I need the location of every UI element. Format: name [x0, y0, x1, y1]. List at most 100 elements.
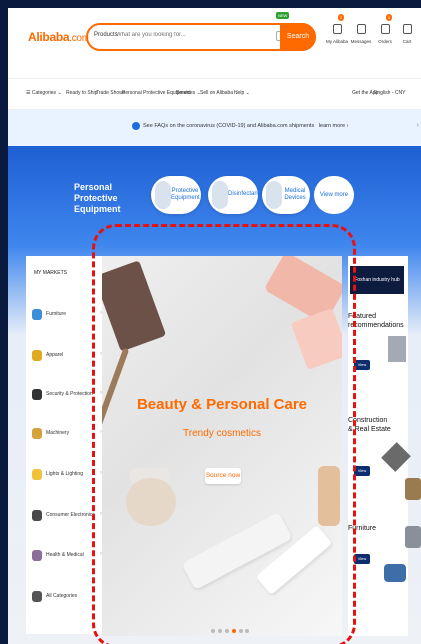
cosmetic-bottle-image: [318, 466, 340, 526]
furniture-card[interactable]: Furniture View more: [348, 524, 408, 624]
market-item-label: Consumer Electronics: [46, 512, 95, 518]
cream-jar-image: [126, 478, 176, 526]
cart-icon: [402, 24, 412, 34]
nav-services[interactable]: Services ⌄: [176, 90, 201, 96]
carousel-dot[interactable]: [218, 629, 223, 633]
lightbulb-icon: [32, 469, 42, 480]
view-more-button[interactable]: View more: [354, 554, 370, 571]
covid-notice-bar: See FAQs on the coronavirus (COVID-19) a…: [8, 110, 421, 146]
market-item-label: Health & Medical: [46, 552, 84, 558]
beauty-banner[interactable]: Beauty & Personal Care Trendy cosmetics …: [102, 256, 342, 636]
market-item-lighting[interactable]: Lights & Lighting ›: [32, 468, 102, 482]
ppe-view-more-button[interactable]: View more: [314, 176, 354, 214]
product-image: [388, 336, 406, 362]
carousel-dot[interactable]: [224, 629, 229, 633]
messages-label: Messages: [350, 39, 372, 44]
apparel-icon: [32, 350, 42, 361]
cart-label: Cart: [402, 39, 412, 44]
nav-help-label: Help: [234, 90, 245, 96]
floating-product-thumb[interactable]: [405, 478, 421, 500]
market-item-electronics[interactable]: Consumer Electronics ›: [32, 509, 102, 523]
carousel-dot[interactable]: [245, 629, 250, 633]
top-header: Alibaba.com Products Search NEW 2 My Ali…: [8, 8, 421, 78]
info-icon: [132, 122, 140, 130]
learn-more-link[interactable]: learn more: [319, 123, 345, 129]
security-icon: [32, 389, 42, 400]
search-button[interactable]: Search: [280, 23, 316, 51]
orders-button[interactable]: 0 Orders: [374, 14, 396, 44]
nav-categories[interactable]: ☰ Categories ⌄: [26, 90, 62, 96]
construction-card[interactable]: Construction & Real Estate View more: [348, 416, 411, 516]
market-item-label: Machinery: [46, 430, 70, 436]
orders-icon: [380, 24, 390, 34]
language-currency-select[interactable]: English - CNY: [374, 90, 405, 96]
disinfectants-pill[interactable]: Disinfectants: [208, 176, 262, 214]
chevron-right-icon[interactable]: ›: [417, 122, 419, 129]
my-alibaba-label: My Alibaba: [326, 39, 349, 44]
market-item-all-categories[interactable]: All Categories: [32, 590, 102, 604]
search-input[interactable]: [116, 32, 256, 38]
view-more-button[interactable]: View more: [354, 466, 370, 483]
ppe-title: Personal Protective Equipment: [74, 182, 121, 214]
my-markets-panel: MY MARKETS Furniture › Apparel › Securit…: [26, 256, 106, 634]
messages-button[interactable]: Messages: [350, 20, 372, 44]
logo-text: Alibaba: [28, 30, 70, 44]
market-item-security[interactable]: Security & Protection ›: [32, 388, 102, 402]
feedback-icon[interactable]: [405, 526, 421, 548]
alibaba-logo[interactable]: Alibaba.com: [28, 30, 90, 44]
medical-device-image: [266, 181, 282, 209]
banner-subtitle: Trendy cosmetics: [183, 428, 261, 439]
view-more-button[interactable]: View more: [354, 360, 370, 377]
furniture-icon: [32, 309, 42, 320]
carousel-dot[interactable]: [238, 629, 243, 633]
main-nav: ☰ Categories ⌄ Ready to Ship Trade Shows…: [8, 78, 421, 110]
carousel-dot-active[interactable]: [231, 629, 236, 633]
nav-ready-to-ship[interactable]: Ready to Ship: [66, 90, 97, 96]
sofa-image: [384, 564, 406, 582]
medical-devices-pill[interactable]: Medical Devices: [262, 176, 310, 214]
notification-count: 2: [338, 14, 345, 21]
industry-hub-header[interactable]: Foshan industry hub: [350, 266, 404, 294]
nav-trade-shows[interactable]: Trade Shows: [96, 90, 125, 96]
market-item-machinery[interactable]: Machinery ›: [32, 427, 102, 441]
cart-button[interactable]: Cart: [396, 20, 418, 44]
market-item-label: Lights & Lighting: [46, 471, 83, 477]
market-item-furniture[interactable]: Furniture ›: [32, 308, 102, 322]
market-item-label: All Categories: [46, 593, 78, 599]
featured-card[interactable]: Featured recommendations View more: [348, 312, 408, 412]
protective-equipment-pill[interactable]: Protective Equipment: [151, 176, 201, 214]
product-image: [381, 442, 411, 472]
new-badge: NEW: [276, 12, 290, 19]
search-button-label: Search: [286, 33, 310, 40]
search-category-select[interactable]: Products: [94, 32, 118, 38]
notice-text: See FAQs on the coronavirus (COVID-19) a…: [143, 123, 349, 129]
card-title: Featured recommendations: [348, 313, 404, 329]
source-now-button[interactable]: Source now: [205, 468, 241, 484]
health-icon: [32, 550, 42, 561]
electronics-icon: [32, 510, 42, 521]
market-item-apparel[interactable]: Apparel ›: [32, 349, 102, 363]
my-alibaba-button[interactable]: 2 My Alibaba: [326, 14, 349, 44]
notice-message: See FAQs on the coronavirus (COVID-19) a…: [143, 123, 315, 129]
market-item-label: Furniture: [46, 311, 67, 317]
carousel-dot[interactable]: [211, 629, 216, 633]
nav-sell-label: Sell on Alibaba: [200, 90, 234, 96]
orders-count: 0: [386, 14, 393, 21]
pill-label: Medical Devices: [284, 188, 306, 201]
market-item-label: Apparel: [46, 352, 64, 358]
markets-heading: MY MARKETS: [34, 270, 67, 276]
alibaba-page: Alibaba.com Products Search NEW 2 My Ali…: [8, 8, 421, 644]
card-title: Construction & Real Estate: [348, 417, 391, 433]
nav-help[interactable]: Help ⌄: [234, 90, 250, 96]
protective-equipment-image: [155, 181, 171, 209]
carousel-dots: [210, 620, 251, 633]
market-item-label: Security & Protection: [46, 391, 93, 397]
industry-hub-panel: Foshan industry hub Featured recommendat…: [348, 256, 411, 636]
market-item-health[interactable]: Health & Medical ›: [32, 549, 102, 563]
makeup-brush-image: [102, 347, 130, 435]
nav-sell[interactable]: Sell on Alibaba ⌄: [200, 90, 239, 96]
machinery-icon: [32, 428, 42, 439]
nav-services-label: Services: [176, 90, 196, 96]
disinfectant-image: [212, 181, 228, 209]
user-icons: 2 My Alibaba Messages 0 Orders Cart: [326, 14, 421, 60]
